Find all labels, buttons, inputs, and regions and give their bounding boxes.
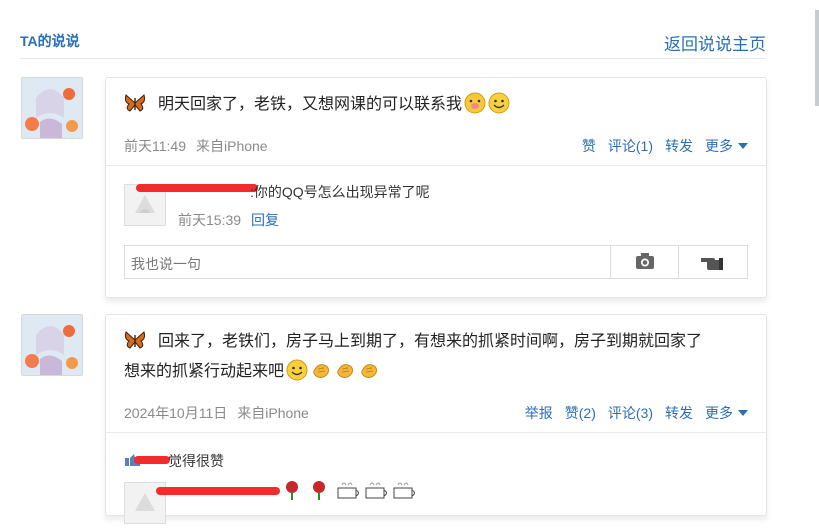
redaction-mark: [156, 487, 280, 495]
poke-button[interactable]: [678, 246, 747, 278]
chevron-down-icon: [738, 143, 748, 149]
post-text-continued: 想来的抓紧行动起来吧: [124, 363, 285, 380]
divider: [106, 432, 766, 433]
back-to-home-link[interactable]: 返回说说主页: [664, 30, 766, 55]
post-source: 来自iPhone: [196, 138, 268, 154]
post-text-line-2: 想来的抓紧行动起来吧: [124, 357, 754, 387]
pig-face-emoji-icon: [464, 92, 486, 114]
reply-input[interactable]: 我也说一句: [131, 254, 201, 274]
comment-time: 前天15:39: [178, 212, 242, 228]
more-button[interactable]: 更多: [705, 138, 748, 154]
post-actions: 赞评论(1) 转发 更多: [570, 136, 748, 156]
post-actions: 举报 赞(2) 评论(3) 转发 更多: [513, 403, 748, 423]
page-title: TA的说说: [20, 33, 80, 49]
more-label: 更多: [705, 405, 733, 421]
avatar[interactable]: [21, 314, 83, 376]
pointing-hand-icon: [701, 258, 723, 270]
butterfly-icon: [124, 94, 146, 112]
post-content: 回来了，老铁们，房子马上到期了，有想来的抓紧时间啊，房子到期就回家了 想来的抓紧…: [124, 327, 754, 387]
post-text-line-1: 回来了，老铁们，房子马上到期了，有想来的抓紧时间啊，房子到期就回家了: [124, 327, 754, 357]
smile-emoji-icon: [286, 359, 308, 381]
smile-emoji-icon: [488, 92, 510, 114]
comment-emoji-row: [286, 481, 415, 500]
like-button[interactable]: 赞: [582, 138, 596, 154]
more-label: 更多: [705, 138, 733, 154]
comment-meta: 前天15:39 回复: [178, 210, 279, 230]
clap-hand-emoji-icon: [313, 364, 330, 378]
post-meta: 前天11:49 来自iPhone: [124, 136, 278, 156]
like-button[interactable]: 赞(2): [565, 405, 596, 421]
redaction-mark: [134, 456, 170, 464]
post-meta: 2024年10月11日 来自iPhone: [124, 403, 319, 423]
coffee-emoji-icon: [365, 482, 387, 499]
redaction-mark: [136, 184, 258, 192]
reply-box: 我也说一句: [124, 245, 748, 279]
butterfly-icon: [124, 331, 146, 349]
clap-hand-emoji-icon: [361, 364, 378, 378]
report-button[interactable]: 举报: [525, 405, 553, 421]
rose-emoji-icon: [286, 481, 298, 500]
coffee-emoji-icon: [393, 482, 415, 499]
likes-text: 觉得很赞: [168, 453, 224, 469]
avatar[interactable]: [21, 77, 83, 139]
comment-text: :你的QQ号怎么出现异常了呢: [250, 184, 430, 200]
clap-hand-emoji-icon: [337, 364, 354, 378]
right-column-image-edge: [815, 10, 819, 106]
post-text: 明天回家了，老铁，又想网课的可以联系我: [158, 96, 463, 113]
camera-icon: [636, 253, 654, 269]
reply-button[interactable]: 回复: [251, 212, 279, 228]
forward-button[interactable]: 转发: [665, 138, 693, 154]
feed-header: TA的说说 返回说说主页: [20, 28, 766, 59]
post-time: 前天11:49: [124, 138, 186, 154]
post-card: 明天回家了，老铁，又想网课的可以联系我 前天11:49 来自iPhone 赞评论(…: [105, 77, 767, 298]
rose-emoji-icon: [313, 481, 325, 500]
post-time: 2024年10月11日: [124, 405, 228, 421]
chevron-down-icon: [738, 410, 748, 416]
forward-button[interactable]: 转发: [665, 405, 693, 421]
post-content: 明天回家了，老铁，又想网课的可以联系我: [124, 90, 510, 120]
coffee-emoji-icon: [337, 482, 359, 499]
camera-button[interactable]: [610, 246, 679, 278]
more-button[interactable]: 更多: [705, 405, 748, 421]
comment-button[interactable]: 评论(3): [608, 405, 653, 421]
post-card: 回来了，老铁们，房子马上到期了，有想来的抓紧时间啊，房子到期就回家了 想来的抓紧…: [105, 314, 767, 524]
post-source: 来自iPhone: [237, 405, 309, 421]
comment-button[interactable]: 评论(1): [608, 138, 653, 154]
divider: [106, 165, 766, 166]
post-text: 回来了，老铁们，房子马上到期了，有想来的抓紧时间啊，房子到期就回家了: [158, 333, 703, 350]
